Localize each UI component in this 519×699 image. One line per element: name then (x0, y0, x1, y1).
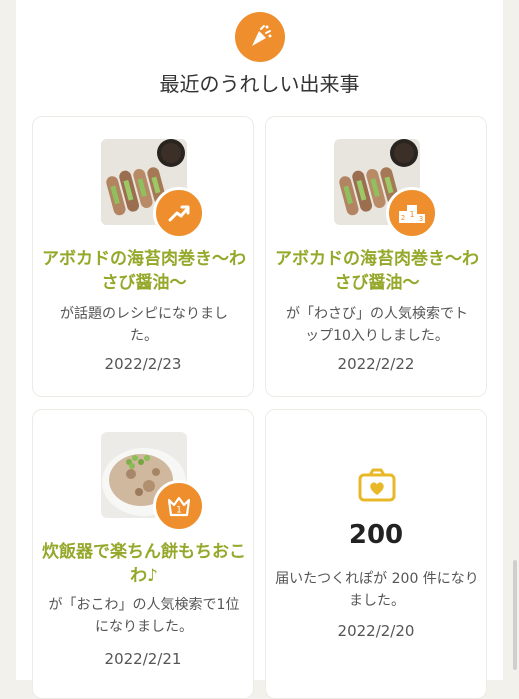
recipe-title-link[interactable]: アボカドの海苔肉巻き〜わさび醤油〜 (272, 247, 482, 295)
event-description: が話題のレシピになりました。 (60, 306, 228, 344)
recipe-title-link[interactable]: 炊飯器で楽ちん餅もちおこわ♪ (37, 540, 251, 588)
camera-heart-icon (358, 468, 396, 502)
event-description: 届いたつくれぽが 200 件になりました。 (275, 571, 479, 609)
event-date: 2022/2/21 (104, 650, 182, 668)
party-popper-icon (235, 12, 285, 62)
event-date: 2022/2/23 (104, 355, 182, 373)
event-card-rank1[interactable]: 1 炊飯器で楽ちん餅もちおこわ♪ が「おこわ」の人気検索で1位になりました。 2… (32, 409, 254, 699)
svg-text:3: 3 (419, 215, 423, 223)
tsukurepo-count: 200 (348, 520, 404, 550)
event-card-trending[interactable]: アボカドの海苔肉巻き〜わさび醤油〜 が話題のレシピになりました。 2022/2/… (32, 116, 254, 397)
event-card-top10[interactable]: 1 2 3 アボカドの海苔肉巻き〜わさび醤油〜 が「わさび」の人気検索でトップ1… (265, 116, 487, 397)
svg-text:2: 2 (401, 214, 405, 222)
event-description: が「わさび」の人気検索でトップ10入りしました。 (286, 306, 468, 344)
trending-up-icon (153, 187, 205, 239)
event-card-tsukurepo[interactable]: 200 届いたつくれぽが 200 件になりました。 2022/2/20 (265, 409, 487, 699)
event-description: が「おこわ」の人気検索で1位になりました。 (48, 597, 240, 635)
recipe-title-link[interactable]: アボカドの海苔肉巻き〜わさび醤油〜 (39, 247, 249, 295)
crown-rank-text: 1 (176, 506, 182, 516)
svg-text:1: 1 (409, 210, 414, 219)
section-title: 最近のうれしい出来事 (159, 72, 360, 96)
event-date: 2022/2/22 (337, 355, 415, 373)
crown-icon: 1 (153, 480, 205, 532)
scrollbar[interactable] (513, 560, 517, 670)
event-date: 2022/2/20 (337, 622, 415, 640)
podium-icon: 1 2 3 (386, 187, 438, 239)
